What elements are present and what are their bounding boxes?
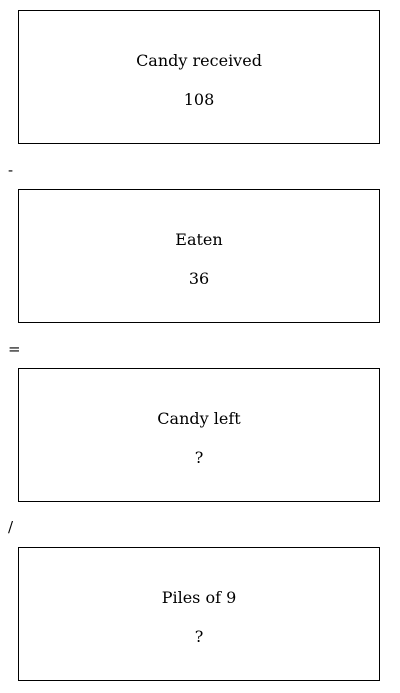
- box-label: Piles of 9: [161, 588, 237, 607]
- divide-operator: /: [8, 518, 14, 536]
- box-label: Candy received: [136, 51, 262, 70]
- eaten-box: Eaten 36: [18, 189, 380, 323]
- candy-left-box: Candy left ?: [18, 368, 380, 502]
- box-value: 108: [183, 90, 215, 109]
- box-value: ?: [194, 448, 204, 467]
- candy-received-box: Candy received 108: [18, 10, 380, 144]
- minus-operator: -: [8, 161, 14, 179]
- box-label: Candy left: [157, 409, 241, 428]
- box-value: ?: [194, 627, 204, 646]
- equals-operator: =: [8, 340, 21, 358]
- box-value: 36: [188, 269, 210, 288]
- box-label: Eaten: [175, 230, 223, 249]
- piles-of-9-box: Piles of 9 ?: [18, 547, 380, 681]
